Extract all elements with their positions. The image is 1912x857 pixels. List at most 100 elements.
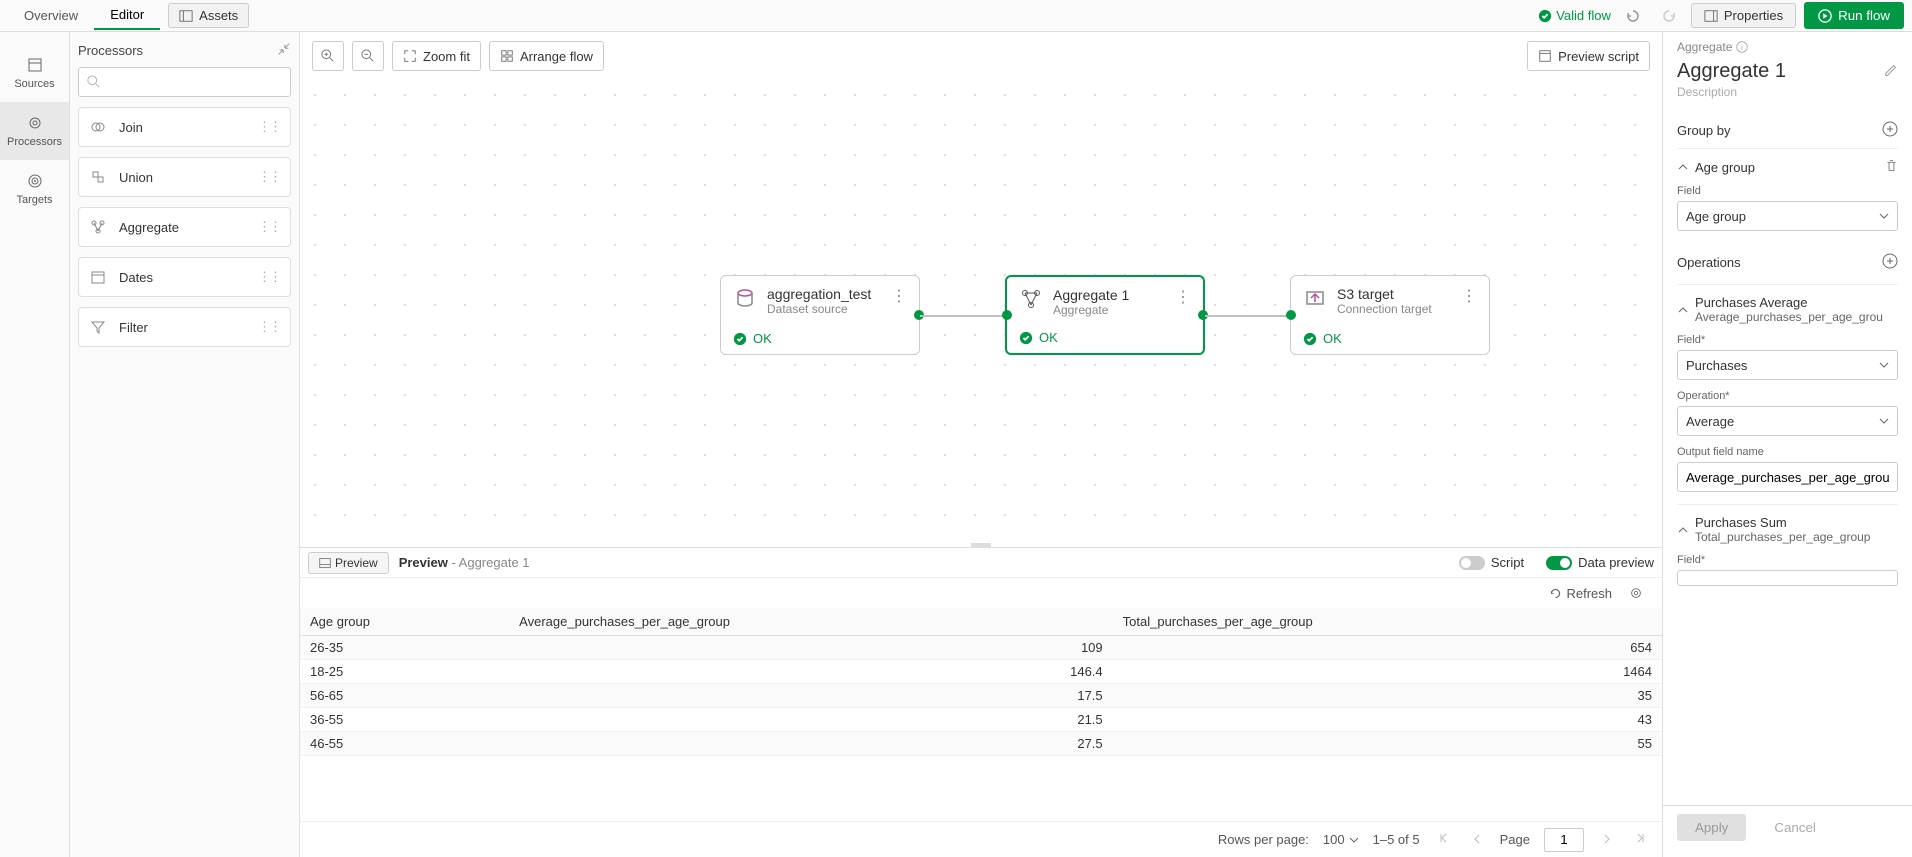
last-page-button[interactable] (1630, 830, 1650, 849)
data-preview-toggle[interactable]: Data preview (1546, 555, 1654, 570)
chevron-up-icon[interactable] (1677, 524, 1689, 536)
drag-handle-icon[interactable]: ⋮⋮ (258, 319, 280, 335)
processor-item-dates[interactable]: Dates⋮⋮ (78, 257, 291, 297)
prev-page-button[interactable] (1468, 830, 1486, 849)
column-header[interactable]: Age group (300, 608, 509, 636)
op-field-select[interactable]: Purchases (1677, 350, 1898, 380)
page-input[interactable] (1544, 828, 1584, 852)
collapse-icon[interactable] (277, 42, 291, 59)
tab-overview[interactable]: Overview (8, 2, 94, 29)
processor-item-aggregate[interactable]: Aggregate⋮⋮ (78, 207, 291, 247)
delete-groupby-button[interactable] (1885, 159, 1898, 175)
input-port[interactable] (1286, 310, 1296, 320)
assets-label: Assets (199, 8, 238, 23)
sidebar-item-sources[interactable]: Sources (0, 44, 69, 102)
table-cell: 43 (1113, 708, 1662, 732)
panel-icon (1704, 9, 1718, 23)
drag-handle-icon[interactable]: ⋮⋮ (258, 219, 280, 235)
search-input[interactable] (78, 67, 291, 97)
info-icon[interactable]: i (1736, 41, 1748, 53)
zoom-out-button[interactable] (352, 41, 384, 71)
processor-item-union[interactable]: Union⋮⋮ (78, 157, 291, 197)
assets-button[interactable]: Assets (168, 3, 249, 28)
page-title: Aggregate 1 (1677, 60, 1786, 83)
table-cell: 1464 (1113, 660, 1662, 684)
table-row: 36-5521.543 (300, 708, 1662, 732)
check-circle-icon (1303, 332, 1317, 346)
table-cell: 27.5 (509, 732, 1112, 756)
flow-node-1[interactable]: Aggregate 1Aggregate⋮OK (1005, 275, 1205, 355)
properties-button[interactable]: Properties (1691, 3, 1796, 28)
settings-button[interactable] (1622, 579, 1650, 607)
rows-per-page-select[interactable]: 100 (1323, 832, 1359, 847)
processor-label: Join (119, 120, 143, 135)
node-menu-button[interactable]: ⋮ (1461, 286, 1477, 306)
zoom-fit-label: Zoom fit (423, 49, 470, 64)
op-output-input[interactable] (1677, 462, 1898, 492)
arrange-flow-button[interactable]: Arrange flow (489, 41, 604, 71)
chevron-up-icon[interactable] (1677, 161, 1689, 173)
next-page-button[interactable] (1598, 830, 1616, 849)
groupby-section-title: Group by (1677, 123, 1730, 138)
op-operation-select[interactable]: Average (1677, 406, 1898, 436)
search-icon (87, 75, 101, 89)
op-operation-label: Operation* (1677, 390, 1898, 402)
op-operation-value: Average (1686, 414, 1734, 429)
canvas-toolbar: Zoom fit Arrange flow Preview script (300, 32, 1662, 80)
drag-handle-icon[interactable]: ⋮⋮ (258, 119, 280, 135)
table-row: 18-25146.41464 (300, 660, 1662, 684)
node-menu-button[interactable]: ⋮ (1175, 287, 1191, 307)
node-title: S3 target (1337, 286, 1432, 302)
operations-section-title: Operations (1677, 255, 1741, 270)
run-flow-button[interactable]: Run flow (1804, 2, 1904, 29)
target-icon (1303, 286, 1327, 310)
check-circle-icon (1538, 9, 1552, 23)
zoom-in-button[interactable] (312, 41, 344, 71)
chevron-up-icon[interactable] (1677, 304, 1689, 316)
description-placeholder[interactable]: Description (1677, 85, 1898, 99)
redo-button[interactable] (1655, 2, 1683, 30)
add-operation-button[interactable] (1882, 253, 1898, 272)
drag-handle-icon[interactable]: ⋮⋮ (258, 169, 280, 185)
column-header[interactable]: Average_purchases_per_age_group (509, 608, 1112, 636)
data-table: Age groupAverage_purchases_per_age_group… (300, 608, 1662, 821)
column-header[interactable]: Total_purchases_per_age_group (1113, 608, 1662, 636)
first-page-button[interactable] (1434, 830, 1454, 849)
check-circle-icon (1019, 331, 1033, 345)
groupby-name: Age group (1695, 160, 1755, 175)
flow-node-2[interactable]: S3 targetConnection target⋮OK (1290, 275, 1490, 355)
sources-label: Sources (14, 78, 54, 90)
node-status: OK (733, 331, 772, 346)
search-field[interactable] (101, 75, 282, 90)
script-toggle[interactable]: Script (1459, 555, 1524, 570)
field-label: Field (1677, 185, 1898, 197)
sidebar-item-processors[interactable]: Processors (0, 102, 69, 160)
cancel-button[interactable]: Cancel (1756, 814, 1834, 841)
flow-node-0[interactable]: aggregation_testDataset source⋮OK (720, 275, 920, 355)
node-menu-button[interactable]: ⋮ (891, 286, 907, 306)
database-icon (26, 56, 44, 74)
tab-editor[interactable]: Editor (94, 1, 160, 30)
input-port[interactable] (1002, 310, 1012, 320)
pencil-icon (1884, 63, 1898, 77)
op-field-label: Field* (1677, 334, 1898, 346)
edit-button[interactable] (1884, 63, 1898, 80)
sidebar-item-targets[interactable]: Targets (0, 160, 69, 218)
op-field-select-1[interactable] (1677, 570, 1898, 586)
preview-panel: Preview Preview - Aggregate 1 Script Dat… (300, 547, 1662, 857)
preview-toggle-button[interactable]: Preview (308, 552, 389, 574)
processor-item-join[interactable]: Join ⋮⋮ (78, 107, 291, 147)
apply-button[interactable]: Apply (1677, 814, 1746, 841)
preview-script-button[interactable]: Preview script (1527, 41, 1650, 71)
table-cell: 17.5 (509, 684, 1112, 708)
undo-button[interactable] (1619, 2, 1647, 30)
add-groupby-button[interactable] (1882, 121, 1898, 140)
flow-canvas[interactable]: aggregation_testDataset source⋮OKAggrega… (300, 80, 1662, 543)
refresh-icon (1549, 587, 1562, 600)
op-field-label: Field* (1677, 554, 1898, 566)
groupby-field-select[interactable]: Age group (1677, 201, 1898, 231)
zoom-fit-button[interactable]: Zoom fit (392, 41, 481, 71)
refresh-button[interactable]: Refresh (1549, 586, 1612, 601)
processor-item-filter[interactable]: Filter⋮⋮ (78, 307, 291, 347)
drag-handle-icon[interactable]: ⋮⋮ (258, 269, 280, 285)
